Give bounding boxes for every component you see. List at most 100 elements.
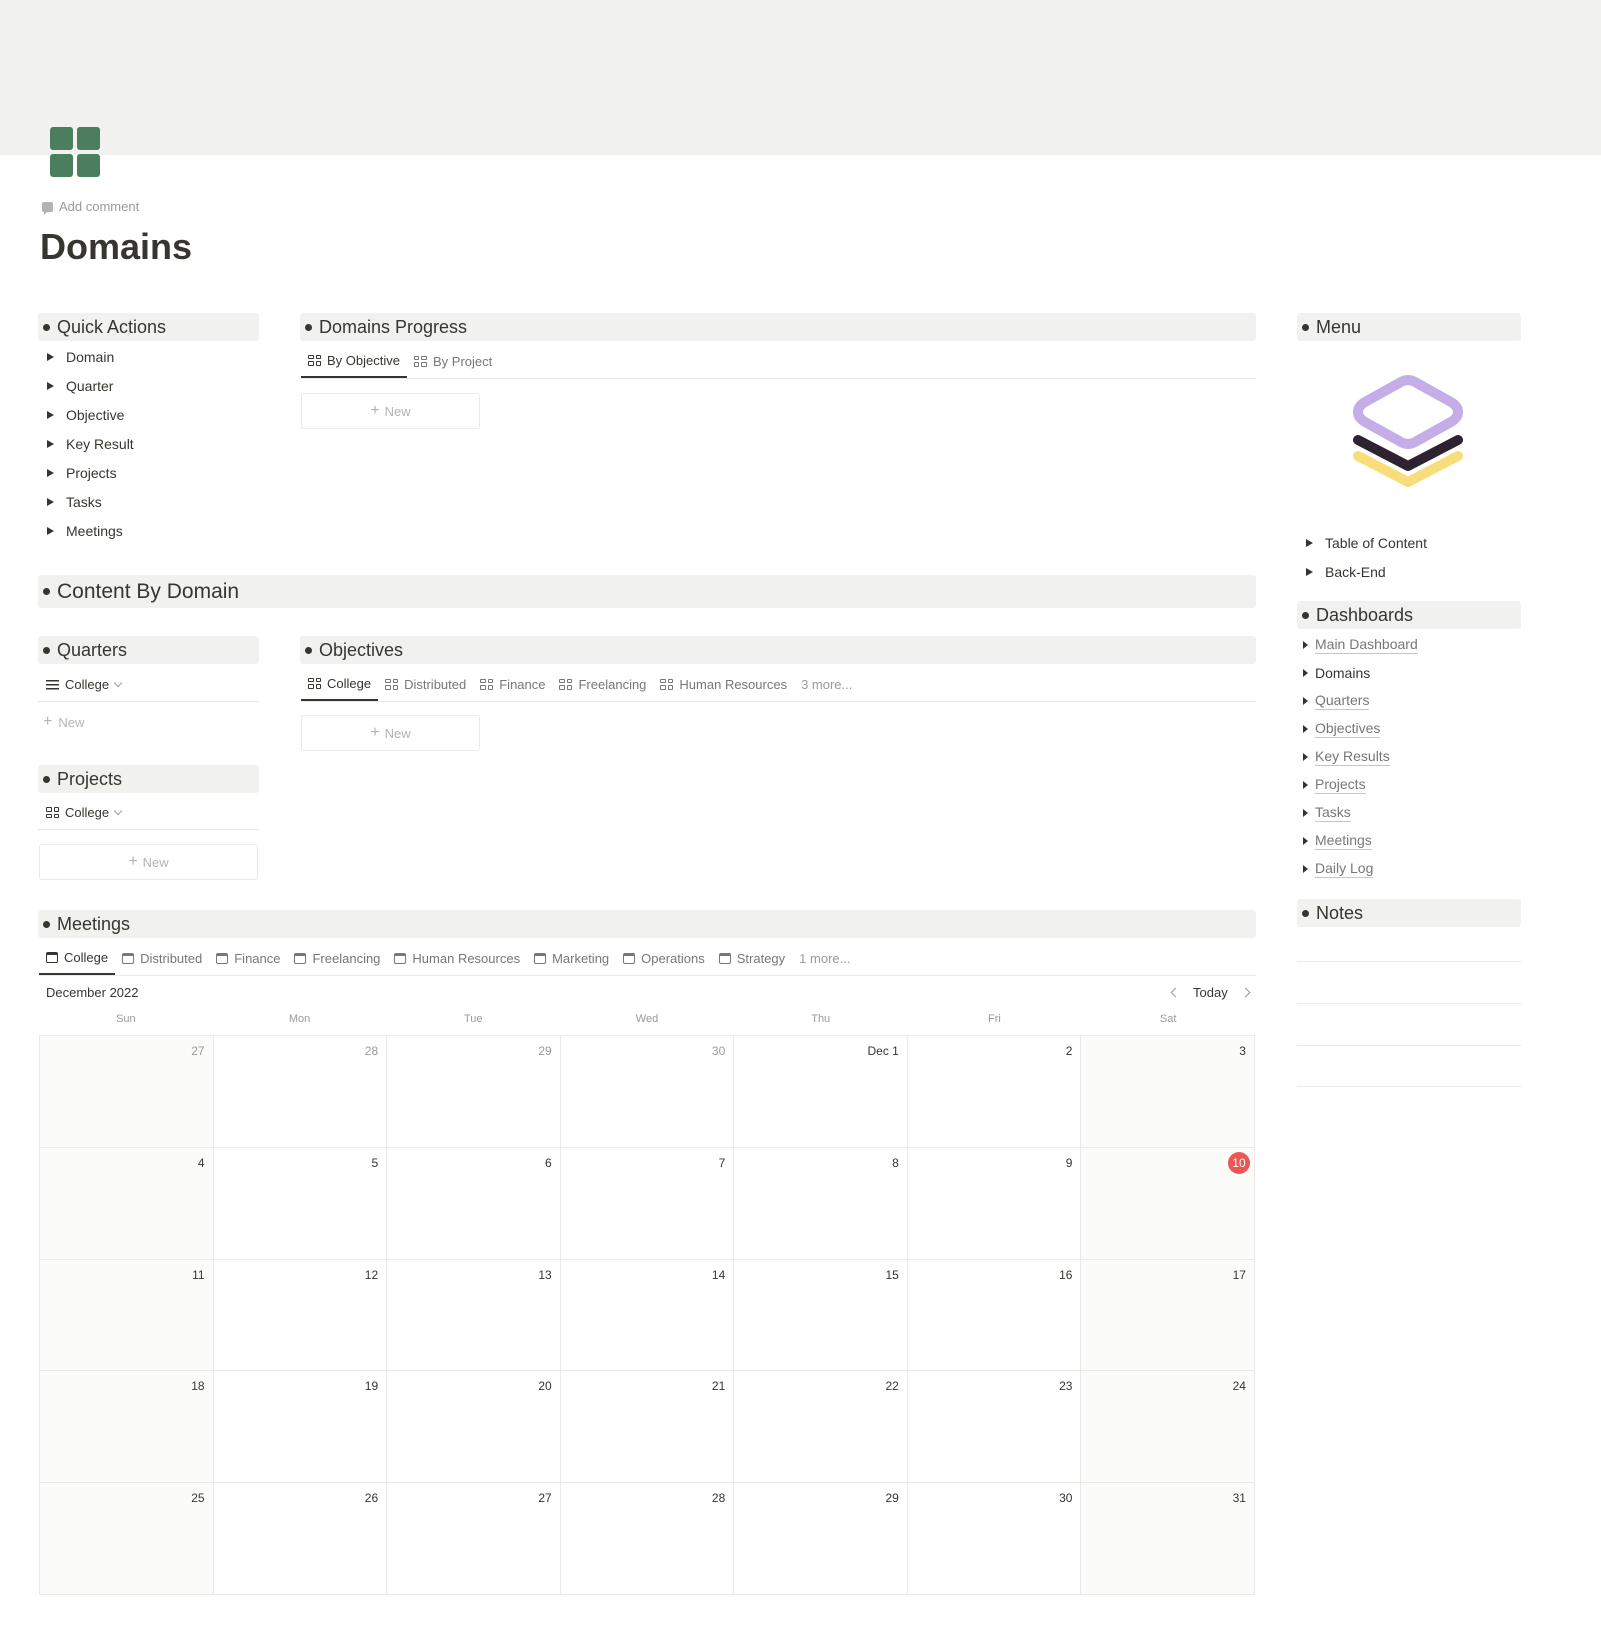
calendar-day-cell[interactable]: 23: [907, 1371, 1082, 1484]
tab-college[interactable]: College: [301, 667, 379, 701]
projects-new-card-button[interactable]: + New: [39, 844, 258, 880]
triangle-right-icon[interactable]: [47, 352, 54, 361]
tab-human-resources[interactable]: Human Resources: [653, 667, 794, 701]
tab-by-objective[interactable]: By Objective: [301, 344, 407, 378]
dashboard-link[interactable]: Quarters: [1297, 687, 1418, 715]
toggle-item[interactable]: Quarter: [40, 371, 134, 400]
calendar-day-cell[interactable]: 5: [213, 1147, 388, 1260]
calendar-day-cell[interactable]: 16: [907, 1259, 1082, 1372]
calendar-day-cell[interactable]: 6: [387, 1147, 561, 1260]
calendar-day-cell[interactable]: 29: [387, 1036, 561, 1148]
triangle-right-icon[interactable]: [1306, 538, 1313, 547]
calendar-day-cell[interactable]: 27: [387, 1483, 561, 1595]
dashboard-link[interactable]: Daily Log: [1297, 855, 1418, 883]
calendar-day-cell[interactable]: 4: [40, 1147, 214, 1260]
calendar-day-cell[interactable]: 15: [734, 1259, 908, 1372]
calendar-day-cell[interactable]: 2: [907, 1036, 1082, 1148]
tab-distributed[interactable]: Distributed: [378, 667, 473, 701]
today-button[interactable]: Today: [1193, 985, 1228, 1000]
triangle-right-icon[interactable]: [47, 439, 54, 448]
tab-marketing[interactable]: Marketing: [527, 941, 616, 975]
toggle-item[interactable]: Tasks: [40, 487, 134, 516]
triangle-right-icon[interactable]: [47, 381, 54, 390]
toggle-item[interactable]: Meetings: [40, 516, 134, 545]
triangle-right-icon[interactable]: [1303, 697, 1308, 705]
triangle-right-icon[interactable]: [1303, 809, 1308, 817]
calendar-day-cell[interactable]: 10: [1081, 1147, 1255, 1260]
triangle-right-icon[interactable]: [1303, 781, 1308, 789]
calendar-day-cell[interactable]: 21: [560, 1371, 735, 1484]
dashboard-link[interactable]: Meetings: [1297, 827, 1418, 855]
tab-human-resources[interactable]: Human Resources: [387, 941, 527, 975]
menu-heading: Menu: [1297, 313, 1521, 341]
toggle-item[interactable]: Domain: [40, 342, 134, 371]
triangle-right-icon[interactable]: [47, 497, 54, 506]
calendar-day-cell[interactable]: 26: [213, 1483, 388, 1595]
tab-more[interactable]: 3 more...: [794, 667, 859, 701]
triangle-right-icon[interactable]: [1303, 837, 1308, 845]
toggle-item[interactable]: Back-End: [1299, 557, 1427, 586]
calendar-day-cell[interactable]: 20: [387, 1371, 561, 1484]
dashboard-link[interactable]: Tasks: [1297, 799, 1418, 827]
new-card-button[interactable]: + New: [301, 393, 480, 429]
dashboard-link[interactable]: Projects: [1297, 771, 1418, 799]
tab-finance[interactable]: Finance: [473, 667, 552, 701]
tab-operations[interactable]: Operations: [616, 941, 712, 975]
triangle-right-icon[interactable]: [1303, 865, 1308, 873]
calendar-day-cell[interactable]: 3: [1081, 1036, 1255, 1148]
calendar-day-cell[interactable]: 13: [387, 1259, 561, 1372]
calendar-day-cell[interactable]: 9: [907, 1147, 1082, 1260]
tab-college[interactable]: College: [39, 941, 116, 975]
calendar-day-cell[interactable]: 25: [40, 1483, 214, 1595]
triangle-right-icon[interactable]: [1303, 641, 1308, 649]
tab-by-project[interactable]: By Project: [407, 344, 499, 378]
triangle-right-icon[interactable]: [47, 410, 54, 419]
calendar-day-cell[interactable]: 31: [1081, 1483, 1255, 1595]
toggle-item[interactable]: Key Result: [40, 429, 134, 458]
dashboard-link[interactable]: Objectives: [1297, 715, 1418, 743]
tab-strategy[interactable]: Strategy: [712, 941, 792, 975]
triangle-right-icon[interactable]: [1303, 725, 1308, 733]
dashboard-link[interactable]: Domains: [1297, 659, 1418, 687]
calendar-day-cell[interactable]: 19: [213, 1371, 388, 1484]
tab-freelancing[interactable]: Freelancing: [287, 941, 387, 975]
calendar-day-cell[interactable]: 7: [560, 1147, 735, 1260]
calendar-day-cell[interactable]: 22: [734, 1371, 908, 1484]
calendar-day-cell[interactable]: 11: [40, 1259, 214, 1372]
calendar-day-cell[interactable]: 12: [213, 1259, 388, 1372]
grid-icon[interactable]: [50, 127, 102, 179]
dashboard-link[interactable]: Main Dashboard: [1297, 631, 1418, 659]
calendar-day-cell[interactable]: 27: [40, 1036, 214, 1148]
triangle-right-icon[interactable]: [47, 468, 54, 477]
calendar-day-cell[interactable]: 29: [734, 1483, 908, 1595]
tab-more[interactable]: 1 more...: [792, 941, 857, 975]
triangle-right-icon[interactable]: [1303, 669, 1308, 677]
triangle-right-icon[interactable]: [1303, 753, 1308, 761]
calendar-day-cell[interactable]: 24: [1081, 1371, 1255, 1484]
toggle-item[interactable]: Table of Content: [1299, 528, 1427, 557]
chevron-right-icon[interactable]: [1240, 987, 1251, 998]
tab-distributed[interactable]: Distributed: [115, 941, 209, 975]
dashboard-link[interactable]: Key Results: [1297, 743, 1418, 771]
tab-finance[interactable]: Finance: [209, 941, 287, 975]
chevron-left-icon[interactable]: [1170, 987, 1181, 998]
add-comment-button[interactable]: Add comment: [42, 199, 139, 215]
calendar-day-cell[interactable]: 28: [560, 1483, 735, 1595]
tab-freelancing[interactable]: Freelancing: [552, 667, 653, 701]
quarters-new-button[interactable]: + New: [43, 714, 84, 730]
objectives-new-card-button[interactable]: + New: [301, 715, 480, 751]
toggle-item[interactable]: Projects: [40, 458, 134, 487]
calendar-day-cell[interactable]: 8: [734, 1147, 908, 1260]
calendar-day-cell[interactable]: 17: [1081, 1259, 1255, 1372]
calendar-day-cell[interactable]: 28: [213, 1036, 388, 1148]
toggle-item[interactable]: Objective: [40, 400, 134, 429]
projects-view-select[interactable]: College: [38, 796, 259, 830]
calendar-day-cell[interactable]: 30: [560, 1036, 735, 1148]
calendar-day-cell[interactable]: Dec 1: [734, 1036, 908, 1148]
triangle-right-icon[interactable]: [1306, 567, 1313, 576]
calendar-day-cell[interactable]: 14: [560, 1259, 735, 1372]
triangle-right-icon[interactable]: [47, 526, 54, 535]
calendar-day-cell[interactable]: 30: [907, 1483, 1082, 1595]
calendar-day-cell[interactable]: 18: [40, 1371, 214, 1484]
quarters-view-select[interactable]: College: [38, 668, 259, 702]
